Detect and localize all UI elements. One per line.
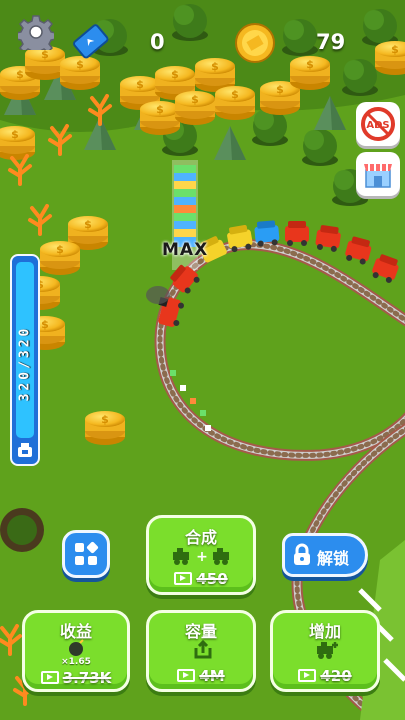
unlock-label: 解锁 xyxy=(317,549,350,568)
add-train-button[interactable]: 增加 420 xyxy=(270,610,380,692)
grid-icon xyxy=(75,541,99,565)
video-ad-icon xyxy=(298,669,317,682)
top-hud: 0 79 xyxy=(0,0,405,80)
no-ads-button[interactable]: ADS xyxy=(356,102,400,146)
bomb-icon xyxy=(69,639,84,656)
shop-button[interactable] xyxy=(356,152,400,196)
capacity-up-icon xyxy=(194,640,212,659)
add-label: 增加 xyxy=(308,622,341,641)
merge-price: 450 xyxy=(149,570,253,588)
merge-button[interactable]: 合成 + 450 xyxy=(146,515,256,595)
grid-menu-button[interactable] xyxy=(62,530,110,578)
lock-icon xyxy=(294,543,310,565)
ticket-icon xyxy=(73,24,109,59)
video-ad-icon xyxy=(177,669,196,682)
profit-button[interactable]: 收益 ×1.65 3.73K xyxy=(22,610,130,692)
profit-price: 3.73K xyxy=(25,669,127,687)
coin-icon xyxy=(235,23,275,63)
video-ad-icon xyxy=(174,572,193,585)
capacity-bar: 320/320 xyxy=(10,254,40,466)
capacity-button[interactable]: 容量 4M xyxy=(146,610,256,692)
merge-label: 合成 xyxy=(184,528,217,547)
add-train-icon xyxy=(317,642,338,659)
svg-text:+: + xyxy=(196,549,208,565)
ticket-count: 0 xyxy=(150,30,165,54)
no-ads-icon: ADS xyxy=(361,107,395,141)
shop-icon xyxy=(364,164,392,188)
capacity-price: 4M xyxy=(149,667,253,685)
merge-train-icon: + xyxy=(173,548,229,565)
capacity-label: 容量 xyxy=(184,622,217,641)
passenger-icon xyxy=(18,443,32,457)
video-ad-icon xyxy=(40,671,59,684)
capacity-text: 320/320 xyxy=(17,325,33,401)
profit-multiplier: ×1.65 xyxy=(61,657,91,667)
add-price: 420 xyxy=(273,667,377,685)
coin-count: 79 xyxy=(316,30,346,54)
unlock-button[interactable]: 解锁 xyxy=(282,533,368,577)
gear-icon[interactable] xyxy=(18,14,54,50)
max-label: MAX xyxy=(162,240,209,260)
